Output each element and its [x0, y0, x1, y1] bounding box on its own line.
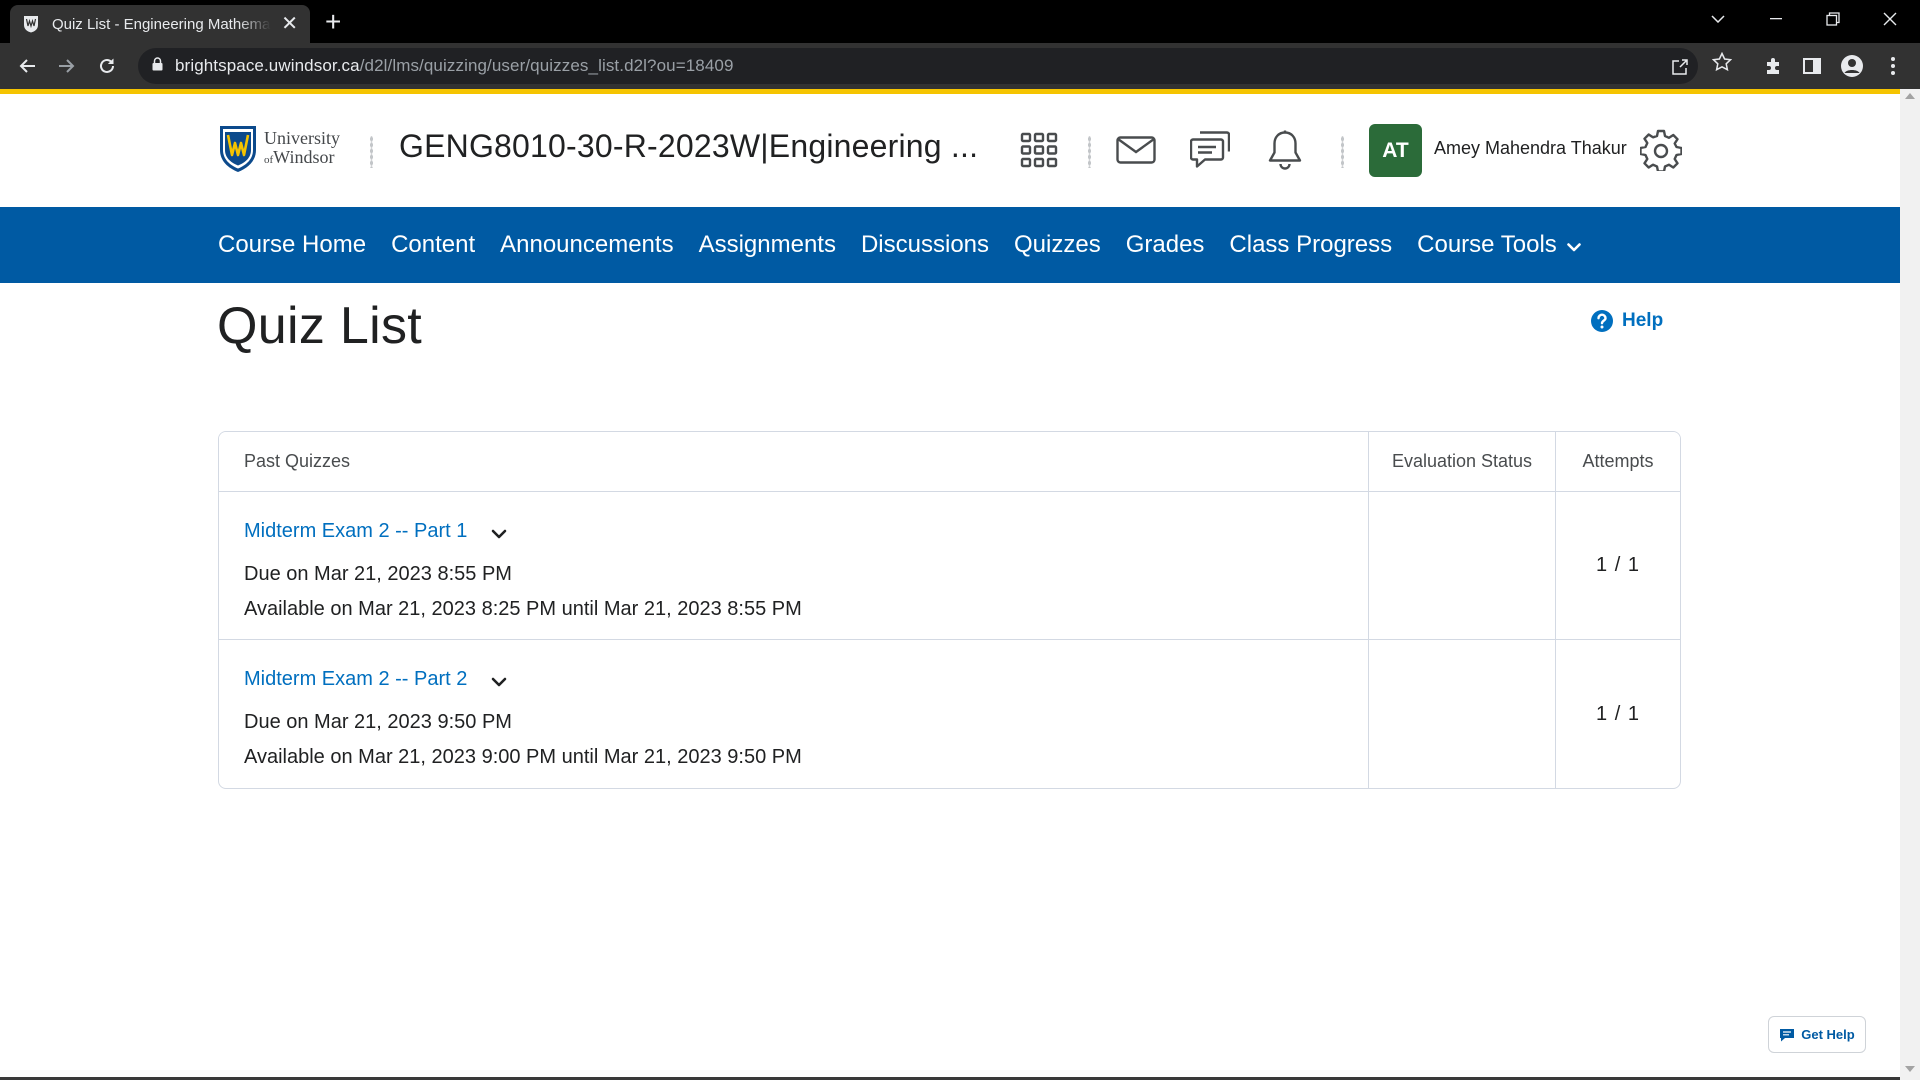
- attempts-cell: 1 / 1: [1596, 554, 1640, 576]
- help-label: Help: [1622, 310, 1664, 331]
- tab-search-icon[interactable]: [1690, 0, 1746, 38]
- nav-announcements[interactable]: Announcements: [500, 231, 673, 259]
- logo-wordmark: University ofWindsor: [264, 127, 340, 167]
- quiz-due-date: Due on Mar 21, 2023 8:55 PM: [244, 563, 512, 585]
- table-row: Midterm Exam 2 -- Part 2 Due on Mar 21, …: [219, 640, 1680, 788]
- chevron-down-icon: [1566, 242, 1581, 251]
- chat-bubble-icon: [1780, 1028, 1795, 1041]
- mail-icon[interactable]: [1114, 128, 1158, 172]
- back-arrow-icon[interactable]: [11, 50, 43, 82]
- tab-title: Quiz List - Engineering Mathematics: [51, 15, 272, 33]
- quiz-availability: Available on Mar 21, 2023 8:25 PM until …: [244, 598, 802, 620]
- share-icon[interactable]: [1668, 55, 1692, 79]
- scroll-down-arrow-icon[interactable]: [1905, 1066, 1915, 1072]
- course-header: University ofWindsor GENG8010-30-R-2023W…: [0, 94, 1900, 207]
- nav-course-home[interactable]: Course Home: [218, 231, 366, 259]
- chevron-down-icon[interactable]: [491, 529, 507, 539]
- gear-icon[interactable]: [1639, 128, 1683, 172]
- table-header-row: Past Quizzes Evaluation Status Attempts: [219, 432, 1680, 492]
- minimize-icon[interactable]: [1748, 0, 1804, 38]
- get-help-label: Get Help: [1801, 1027, 1855, 1042]
- column-header-attempts: Attempts: [1582, 451, 1654, 471]
- restore-icon[interactable]: [1805, 0, 1861, 38]
- user-name[interactable]: Amey Mahendra Thakur: [1434, 138, 1627, 159]
- side-panel-icon[interactable]: [1799, 53, 1825, 79]
- bell-icon[interactable]: [1263, 128, 1307, 172]
- browser-tab[interactable]: Quiz List - Engineering Mathematics ✕: [10, 5, 310, 43]
- header-divider: [370, 136, 373, 168]
- nav-course-tools[interactable]: Course Tools: [1417, 231, 1581, 259]
- table-row: Midterm Exam 2 -- Part 1 Due on Mar 21, …: [219, 492, 1680, 640]
- profile-icon[interactable]: [1839, 53, 1865, 79]
- column-header-evaluation-status: Evaluation Status: [1369, 432, 1556, 491]
- nav-course-tools-label: Course Tools: [1417, 231, 1557, 258]
- help-link[interactable]: Help: [1590, 309, 1663, 333]
- nav-content[interactable]: Content: [391, 231, 475, 259]
- quiz-link[interactable]: Midterm Exam 2 -- Part 1: [244, 520, 467, 543]
- browser-toolbar: brightspace.uwindsor.ca/d2l/lms/quizzing…: [0, 43, 1920, 89]
- chevron-down-icon[interactable]: [491, 677, 507, 687]
- avatar[interactable]: AT: [1369, 124, 1422, 177]
- get-help-button[interactable]: Get Help: [1768, 1016, 1866, 1053]
- uwindsor-shield-icon: [220, 126, 256, 172]
- nav-quizzes[interactable]: Quizzes: [1014, 231, 1101, 259]
- waffle-icon[interactable]: [1017, 128, 1061, 172]
- page-title: Quiz List: [217, 297, 422, 355]
- column-header-past-quizzes: Past Quizzes: [219, 432, 1369, 491]
- scroll-up-arrow-icon[interactable]: [1905, 93, 1915, 99]
- lock-icon[interactable]: [152, 56, 163, 76]
- header-divider: [1088, 136, 1091, 168]
- quiz-link[interactable]: Midterm Exam 2 -- Part 2: [244, 668, 467, 691]
- quiz-cell: Midterm Exam 2 -- Part 1 Due on Mar 21, …: [219, 492, 1369, 639]
- nav-class-progress[interactable]: Class Progress: [1229, 231, 1392, 259]
- quiz-due-date: Due on Mar 21, 2023 9:50 PM: [244, 711, 512, 733]
- uwindsor-favicon-icon: [22, 15, 40, 33]
- forward-arrow-icon[interactable]: [51, 50, 83, 82]
- window-close-icon[interactable]: [1862, 0, 1918, 38]
- extensions-icon[interactable]: [1760, 53, 1786, 79]
- tab-close-icon[interactable]: ✕: [281, 14, 298, 34]
- chat-icon[interactable]: [1188, 128, 1232, 172]
- nav-discussions[interactable]: Discussions: [861, 231, 989, 259]
- course-title[interactable]: GENG8010-30-R-2023W|Engineering ...: [399, 128, 978, 165]
- url-text: brightspace.uwindsor.ca/d2l/lms/quizzing…: [175, 56, 734, 75]
- bookmark-star-icon[interactable]: [1710, 50, 1734, 74]
- quiz-table: Past Quizzes Evaluation Status Attempts …: [218, 431, 1681, 789]
- university-logo[interactable]: University ofWindsor: [218, 124, 340, 174]
- nav-grades[interactable]: Grades: [1126, 231, 1205, 259]
- browser-menu-icon[interactable]: [1880, 53, 1906, 79]
- help-icon: [1591, 310, 1613, 332]
- course-navbar: Course Home Content Announcements Assign…: [0, 207, 1900, 283]
- page-scrollbar[interactable]: [1900, 89, 1920, 1080]
- browser-tab-strip: Quiz List - Engineering Mathematics ✕ +: [0, 0, 1920, 43]
- quiz-availability: Available on Mar 21, 2023 9:00 PM until …: [244, 746, 802, 768]
- new-tab-icon[interactable]: +: [325, 8, 341, 36]
- quiz-cell: Midterm Exam 2 -- Part 2 Due on Mar 21, …: [219, 640, 1369, 788]
- address-bar[interactable]: brightspace.uwindsor.ca/d2l/lms/quizzing…: [138, 48, 1698, 84]
- nav-assignments[interactable]: Assignments: [699, 231, 836, 259]
- evaluation-status-cell: [1369, 640, 1556, 788]
- header-divider: [1341, 136, 1344, 168]
- attempts-cell: 1 / 1: [1596, 702, 1640, 725]
- evaluation-status-cell: [1369, 492, 1556, 639]
- reload-icon[interactable]: [91, 50, 123, 82]
